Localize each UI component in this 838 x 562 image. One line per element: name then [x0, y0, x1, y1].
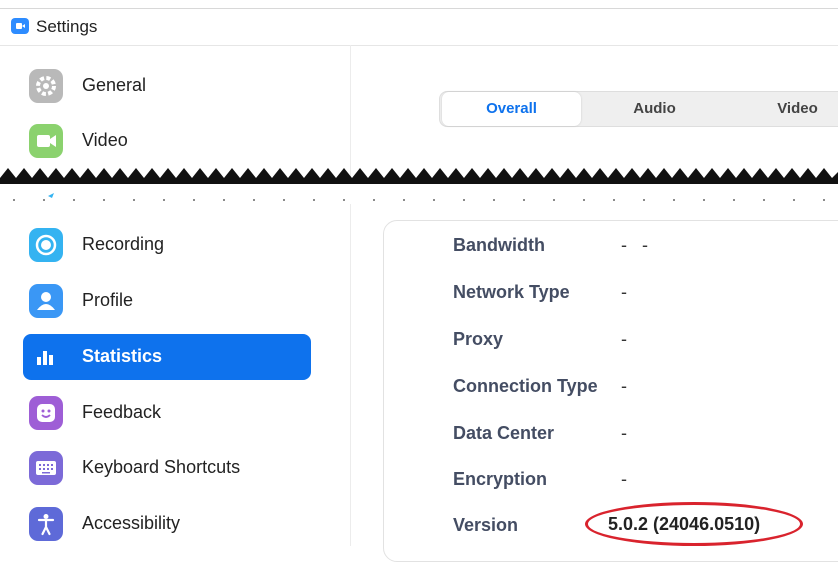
version-label: Version: [453, 515, 519, 535]
video-camera-icon: [29, 124, 63, 158]
sidebar-item-video[interactable]: Video: [23, 118, 311, 164]
network-type-value: -: [621, 282, 627, 302]
statistics-tabs: Overall Audio Video: [439, 91, 838, 127]
zoom-logo-icon: [11, 18, 29, 34]
connection-type-value: -: [621, 376, 627, 396]
proxy-label: Proxy: [453, 329, 504, 349]
sidebar-item-label: Recording: [82, 234, 165, 254]
accessibility-icon: [29, 507, 63, 541]
data-center-label: Data Center: [453, 423, 555, 443]
tab-video[interactable]: Video: [728, 92, 838, 126]
proxy-value: -: [621, 329, 627, 349]
sidebar-item-accessibility[interactable]: Accessibility: [23, 501, 311, 547]
sidebar-item-label: Accessibility: [82, 513, 181, 533]
data-center-value: -: [621, 423, 627, 443]
sidebar-item-label: Keyboard Shortcuts: [82, 457, 241, 477]
top-border: [0, 8, 838, 9]
bandwidth-label: Bandwidth: [453, 235, 545, 255]
bandwidth-value: - -: [621, 235, 648, 255]
record-icon: [29, 228, 63, 262]
sidebar-item-keyboard-shortcuts[interactable]: Keyboard Shortcuts: [23, 445, 311, 491]
version-highlight-annotation: [585, 502, 803, 546]
sidebar-item-label: General: [82, 75, 147, 95]
connection-type-label: Connection Type: [453, 376, 598, 396]
sidebar-item-statistics[interactable]: Statistics: [23, 334, 311, 380]
tab-audio[interactable]: Audio: [585, 92, 724, 126]
user-icon: [29, 284, 63, 318]
window-title: Settings: [36, 17, 98, 36]
keyboard-icon: [29, 451, 63, 485]
encryption-label: Encryption: [453, 469, 548, 489]
sidebar-item-recording[interactable]: Recording: [23, 222, 311, 268]
smiley-icon: [29, 396, 63, 430]
title-bar: Settings: [0, 0, 838, 46]
bar-chart-icon: [29, 340, 63, 374]
torn-edge-decoration: [0, 168, 838, 204]
gear-icon: [29, 69, 63, 103]
sidebar-item-label: Statistics: [82, 346, 163, 366]
sidebar-item-general[interactable]: General: [23, 63, 311, 109]
sidebar-item-profile[interactable]: Profile: [23, 278, 311, 324]
sidebar-divider: [350, 45, 351, 546]
sidebar-item-feedback[interactable]: Feedback: [23, 390, 311, 436]
network-type-label: Network Type: [453, 282, 570, 302]
encryption-value: -: [621, 469, 627, 489]
sidebar-item-label: Video: [82, 130, 128, 150]
tab-overall[interactable]: Overall: [442, 92, 581, 126]
sidebar-item-label: Feedback: [82, 402, 162, 422]
sidebar-item-label: Profile: [82, 290, 134, 310]
